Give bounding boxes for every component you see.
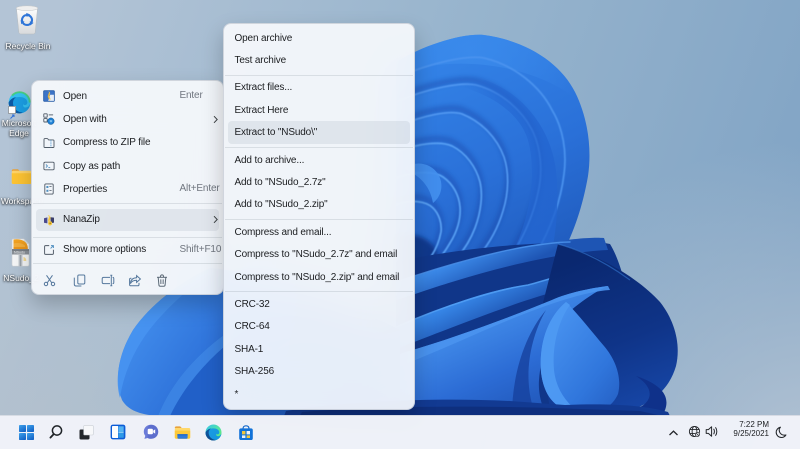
svg-text:NSudo: NSudo (14, 251, 25, 255)
